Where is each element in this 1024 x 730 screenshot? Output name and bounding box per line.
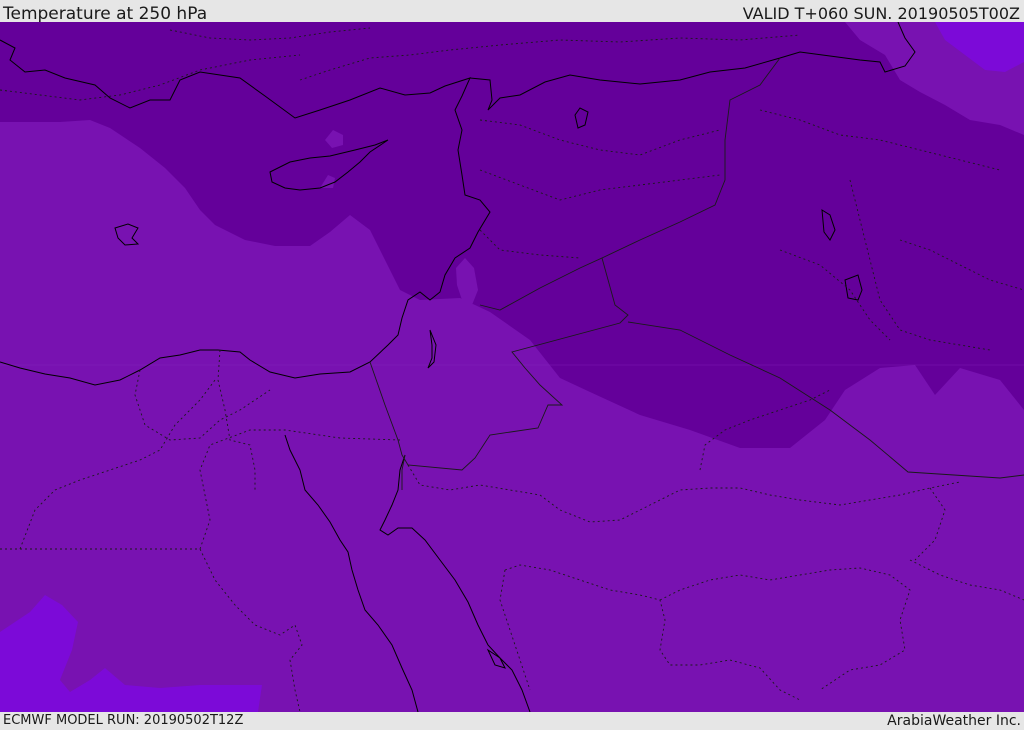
model-run-label: ECMWF MODEL RUN: 20190502T12Z [3,713,244,728]
credit-label: ArabiaWeather Inc. [887,713,1021,729]
temperature-map [0,22,1024,712]
map-canvas [0,22,1024,712]
map-header: Temperature at 250 hPa VALID T+060 SUN. … [0,0,1024,24]
map-footer: ECMWF MODEL RUN: 20190502T12Z ArabiaWeat… [0,712,1024,729]
